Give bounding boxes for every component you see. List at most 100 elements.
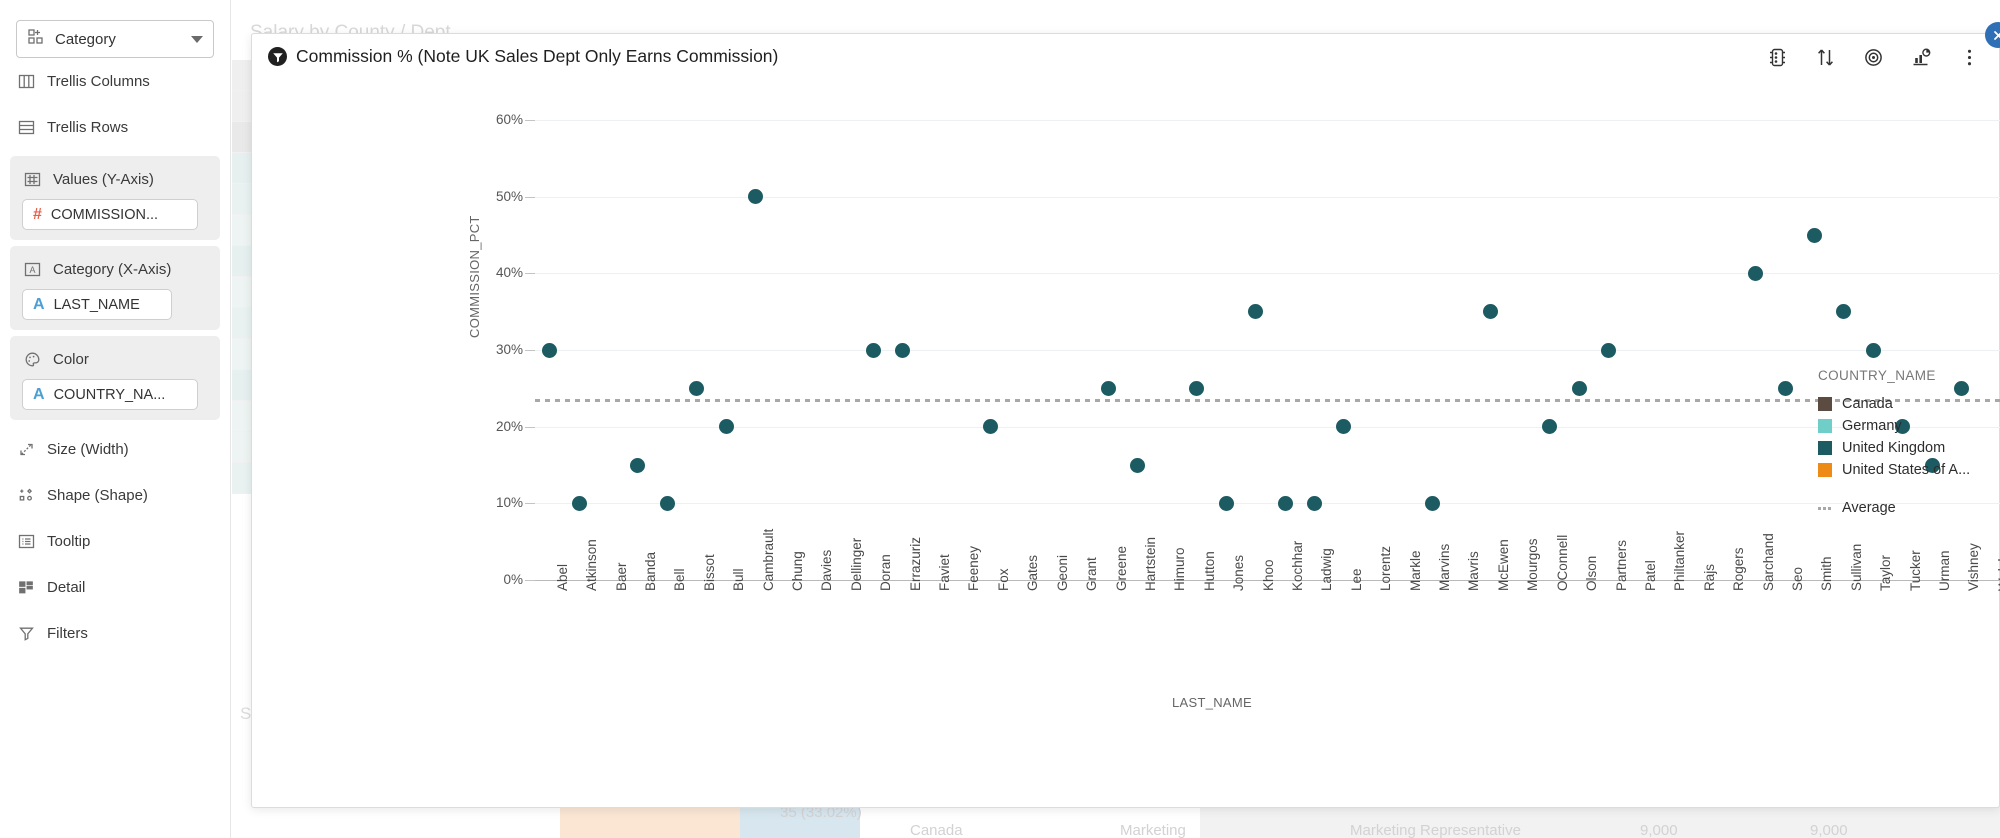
- x-tick-label: Lorentz: [1378, 545, 1394, 591]
- legend-item[interactable]: United States of A...: [1818, 459, 1993, 481]
- x-tick-label: Grant: [1084, 557, 1100, 591]
- x-tick-label: Sarchand: [1760, 533, 1776, 591]
- shelf-label: Color: [53, 350, 89, 368]
- x-tick-label: Taylor: [1878, 554, 1894, 591]
- data-point[interactable]: [1248, 304, 1264, 320]
- shelf-label: Size (Width): [47, 440, 129, 458]
- shelf-category[interactable]: A Category (X-Axis): [16, 249, 214, 289]
- data-point[interactable]: [1101, 380, 1117, 396]
- grid-line: [535, 503, 2000, 505]
- grid-line: [535, 120, 2000, 121]
- data-point[interactable]: [1483, 304, 1499, 320]
- shelf-values[interactable]: Values (Y-Axis): [16, 159, 214, 199]
- legend-item[interactable]: Germany: [1818, 415, 1993, 437]
- data-point[interactable]: [1189, 380, 1205, 396]
- legend-item-average[interactable]: Average: [1818, 497, 1993, 519]
- x-tick-label: Seo: [1790, 566, 1805, 591]
- data-point[interactable]: [1806, 227, 1822, 243]
- trellis-rows-icon: [16, 117, 36, 137]
- x-tick-label: Banda: [642, 551, 658, 591]
- shelf-size[interactable]: Size (Width): [0, 426, 230, 472]
- y-tick-mark: [525, 196, 535, 198]
- shelf-group-values: Values (Y-Axis) # COMMISSION...: [10, 156, 220, 240]
- x-tick-label: Philtanker: [1672, 530, 1688, 591]
- data-point[interactable]: [1836, 304, 1852, 320]
- x-tick-label: Errazuriz: [907, 536, 923, 591]
- data-point[interactable]: [1542, 419, 1558, 435]
- data-point[interactable]: [983, 419, 999, 435]
- legend-item[interactable]: Canada: [1818, 393, 1993, 415]
- legend-swatch: [1818, 419, 1832, 433]
- data-point[interactable]: [865, 342, 881, 358]
- shelf-trellis-columns[interactable]: Trellis Columns: [0, 58, 230, 104]
- data-point[interactable]: [1748, 265, 1764, 281]
- shelf-color[interactable]: Color: [16, 339, 214, 379]
- shelf-tooltip[interactable]: Tooltip: [0, 518, 230, 564]
- tooltip-icon: [16, 531, 36, 551]
- data-point[interactable]: [1571, 380, 1587, 396]
- grid-line: [535, 426, 2000, 428]
- data-point[interactable]: [1336, 419, 1352, 435]
- legend-item[interactable]: United Kingdom: [1818, 437, 1993, 459]
- attribute-icon: A: [22, 259, 42, 279]
- data-point[interactable]: [718, 419, 734, 435]
- chevron-down-icon: [191, 35, 203, 43]
- plot-area: 0% 10% 20% 30% 40% 50% 60%: [496, 112, 2000, 587]
- x-tick-label: Gates: [1025, 554, 1041, 591]
- target-icon[interactable]: [1863, 47, 1885, 69]
- shelf-label: Filters: [47, 624, 88, 642]
- x-tick-label: Doran: [878, 554, 894, 591]
- legend-title: COUNTRY_NAME: [1818, 368, 1936, 383]
- data-point[interactable]: [1130, 457, 1146, 473]
- category-icon: [27, 28, 45, 50]
- data-point[interactable]: [689, 380, 705, 396]
- detail-icon: [16, 577, 36, 597]
- gauge-icon[interactable]: [1767, 47, 1789, 69]
- x-tick-label: Walsh: [1995, 553, 2000, 591]
- shelf-group-category: A Category (X-Axis) A LAST_NAME: [10, 246, 220, 330]
- data-point[interactable]: [1218, 495, 1234, 511]
- shelf-detail[interactable]: Detail: [0, 564, 230, 610]
- shelf-label: Trellis Columns: [47, 72, 150, 90]
- x-tick-label: Faviet: [937, 554, 953, 591]
- data-point[interactable]: [659, 495, 675, 511]
- data-point[interactable]: [1601, 342, 1617, 358]
- shelf-trellis-rows[interactable]: Trellis Rows: [0, 104, 230, 150]
- field-pill-last-name[interactable]: A LAST_NAME: [22, 289, 172, 320]
- legend-swatch: [1818, 441, 1832, 455]
- y-tick-mark: [525, 426, 535, 428]
- data-point[interactable]: [748, 189, 764, 205]
- field-pill-label: COMMISSION...: [50, 206, 159, 223]
- x-tick-label: Kochhar: [1290, 540, 1305, 591]
- data-point[interactable]: [1277, 495, 1293, 511]
- data-point[interactable]: [1306, 495, 1322, 511]
- palette-icon: [22, 349, 42, 369]
- panel-header: Commission % (Note UK Sales Dept Only Ea…: [252, 22, 2000, 78]
- y-tick-label: 60%: [495, 112, 523, 127]
- sort-icon[interactable]: [1815, 47, 1837, 69]
- data-point[interactable]: [542, 342, 558, 358]
- legend-item-label: United Kingdom: [1842, 440, 1946, 456]
- data-point[interactable]: [895, 342, 911, 358]
- data-point[interactable]: [1777, 380, 1793, 396]
- analytics-icon[interactable]: [1911, 47, 1933, 69]
- data-point[interactable]: [571, 495, 587, 511]
- data-point[interactable]: [1424, 495, 1440, 511]
- x-tick-label: Smith: [1819, 556, 1835, 591]
- field-pill-country-name[interactable]: A COUNTRY_NA...: [22, 379, 198, 410]
- background-footer-cell: 9,000: [1810, 822, 1848, 838]
- trellis-columns-icon: [16, 71, 36, 91]
- close-button[interactable]: [1985, 22, 2000, 48]
- shelf-filters[interactable]: Filters: [0, 610, 230, 656]
- shelf-label: Category (X-Axis): [53, 260, 172, 278]
- x-tick-label: Tucker: [1907, 550, 1923, 591]
- shelf-shape[interactable]: Shape (Shape): [0, 472, 230, 518]
- data-point[interactable]: [630, 457, 646, 473]
- field-pill-label: COUNTRY_NA...: [53, 386, 166, 403]
- x-tick-label: Markle: [1407, 550, 1423, 591]
- data-point[interactable]: [1865, 342, 1881, 358]
- background-footer-cell: Marketing Representative: [1350, 822, 1521, 838]
- category-type-select[interactable]: Category: [16, 20, 214, 58]
- field-pill-commission[interactable]: # COMMISSION...: [22, 199, 198, 230]
- more-vertical-icon[interactable]: [1959, 47, 1981, 69]
